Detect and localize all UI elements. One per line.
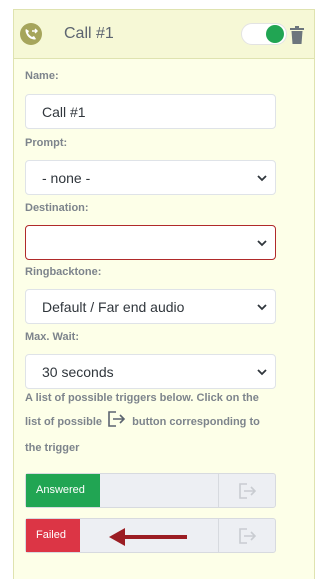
trigger-row-answered: Answered: [25, 473, 276, 508]
trash-icon[interactable]: [290, 26, 304, 44]
panel-header: Call #1: [14, 10, 314, 59]
destination-label: Destination:: [25, 202, 89, 214]
name-label: Name:: [25, 70, 59, 82]
exit-icon: [239, 528, 257, 544]
maxwait-value: 30 seconds: [42, 364, 114, 380]
trigger-button-failed[interactable]: [218, 519, 275, 552]
maxwait-select[interactable]: 30 seconds: [25, 354, 276, 389]
prompt-value: - none -: [42, 170, 91, 186]
prompt-label: Prompt:: [25, 137, 68, 149]
exit-icon: [239, 483, 257, 499]
ringback-value: Default / Far end audio: [42, 299, 185, 315]
chevron-down-icon: [257, 369, 267, 376]
trigger-label-failed: Failed: [26, 519, 80, 552]
name-input[interactable]: Call #1: [25, 94, 276, 129]
prompt-select[interactable]: - none -: [25, 160, 276, 195]
chevron-down-icon: [257, 240, 267, 247]
name-value: Call #1: [42, 104, 86, 120]
exit-icon: [107, 410, 127, 437]
panel-title: Call #1: [64, 25, 114, 42]
phone-forward-icon: [20, 23, 42, 45]
ringback-label: Ringbacktone:: [25, 266, 102, 278]
enable-toggle[interactable]: [241, 23, 287, 45]
toggle-knob: [266, 25, 284, 43]
ringback-select[interactable]: Default / Far end audio: [25, 289, 276, 324]
trigger-label-answered: Answered: [26, 474, 100, 507]
annotation-arrow-icon: [109, 528, 187, 546]
destination-select[interactable]: [25, 225, 276, 260]
chevron-down-icon: [257, 175, 267, 182]
trigger-hint: A list of possible triggers below. Click…: [25, 387, 275, 460]
chevron-down-icon: [257, 304, 267, 311]
maxwait-label: Max. Wait:: [25, 331, 79, 343]
trigger-button-answered[interactable]: [218, 474, 275, 507]
